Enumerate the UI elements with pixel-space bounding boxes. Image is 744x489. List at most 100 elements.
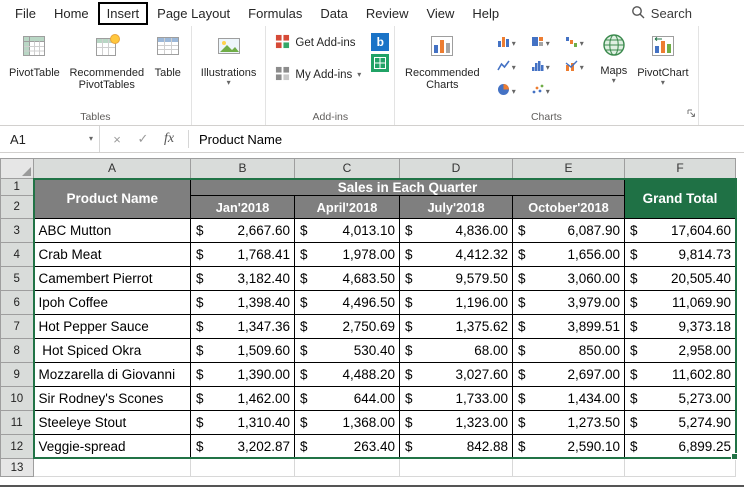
october-value-cell[interactable]: $3,060.00 — [512, 266, 625, 291]
product-name-cell[interactable]: Ipoh Coffee — [33, 290, 191, 315]
column-header-e[interactable]: E — [512, 158, 625, 180]
select-all-corner[interactable] — [0, 158, 34, 179]
column-header-f[interactable]: F — [624, 158, 736, 180]
product-name-cell[interactable]: Hot Pepper Sauce — [33, 314, 191, 339]
product-name-cell[interactable]: Sir Rodney's Scones — [33, 386, 191, 411]
row-header[interactable]: 7 — [0, 314, 35, 339]
april-value-cell[interactable]: $263.40 — [294, 434, 400, 459]
tab-review[interactable]: Review — [357, 2, 418, 25]
column-header-c[interactable]: C — [294, 158, 400, 180]
july-value-cell[interactable]: $1,375.62 — [399, 314, 513, 339]
pivotchart-button[interactable]: PivotChart ▾ — [633, 29, 692, 90]
tab-insert[interactable]: Insert — [97, 1, 149, 25]
october-value-cell[interactable]: $6,087.90 — [512, 218, 625, 243]
empty-cell[interactable] — [33, 458, 191, 477]
tab-view[interactable]: View — [417, 2, 463, 25]
scatter-chart-button[interactable]: ▾ — [524, 81, 556, 102]
row-header[interactable]: 4 — [0, 242, 35, 267]
tab-home[interactable]: Home — [45, 2, 98, 25]
jan-value-cell[interactable]: $1,509.60 — [190, 338, 295, 363]
april-value-cell[interactable]: $1,978.00 — [294, 242, 400, 267]
row-header[interactable]: 13 — [0, 458, 34, 477]
quarter-header-july[interactable]: July'2018 — [399, 195, 513, 219]
empty-cell[interactable] — [190, 458, 295, 477]
enter-button[interactable]: ✓ — [130, 131, 156, 147]
july-value-cell[interactable]: $3,027.60 — [399, 362, 513, 387]
october-value-cell[interactable]: $3,899.51 — [512, 314, 625, 339]
tab-data[interactable]: Data — [311, 2, 356, 25]
july-value-cell[interactable]: $1,196.00 — [399, 290, 513, 315]
line-chart-button[interactable]: ▾ — [490, 57, 522, 78]
grand-total-value-cell[interactable]: $20,505.40 — [624, 266, 736, 291]
column-chart-button[interactable]: ▾ — [490, 33, 522, 54]
grand-total-value-cell[interactable]: $6,899.25 — [624, 434, 736, 459]
tab-help[interactable]: Help — [463, 2, 508, 25]
quarter-header-october[interactable]: October'2018 — [512, 195, 625, 219]
grand-total-value-cell[interactable]: $2,958.00 — [624, 338, 736, 363]
october-value-cell[interactable]: $3,979.00 — [512, 290, 625, 315]
formula-input[interactable]: Product Name — [191, 126, 744, 152]
hierarchy-chart-button[interactable]: ▾ — [524, 33, 556, 54]
statistic-chart-button[interactable]: ▾ — [524, 57, 556, 78]
maps-button[interactable]: Maps ▾ — [596, 29, 631, 88]
row-header[interactable]: 5 — [0, 266, 35, 291]
july-value-cell[interactable]: $4,836.00 — [399, 218, 513, 243]
grand-total-value-cell[interactable]: $5,273.00 — [624, 386, 736, 411]
product-name-cell[interactable]: Crab Meat — [33, 242, 191, 267]
april-value-cell[interactable]: $1,368.00 — [294, 410, 400, 435]
grand-total-header-cell[interactable]: Grand Total — [624, 178, 736, 219]
july-value-cell[interactable]: $9,579.50 — [399, 266, 513, 291]
jan-value-cell[interactable]: $3,182.40 — [190, 266, 295, 291]
grand-total-value-cell[interactable]: $11,069.90 — [624, 290, 736, 315]
search-box[interactable]: Search — [631, 5, 692, 22]
jan-value-cell[interactable]: $2,667.60 — [190, 218, 295, 243]
empty-cell[interactable] — [512, 458, 625, 477]
tab-file[interactable]: File — [6, 2, 45, 25]
april-value-cell[interactable]: $530.40 — [294, 338, 400, 363]
jan-value-cell[interactable]: $1,347.36 — [190, 314, 295, 339]
july-value-cell[interactable]: $842.88 — [399, 434, 513, 459]
jan-value-cell[interactable]: $1,768.41 — [190, 242, 295, 267]
october-value-cell[interactable]: $850.00 — [512, 338, 625, 363]
grand-total-value-cell[interactable]: $11,602.80 — [624, 362, 736, 387]
row-header[interactable]: 2 — [0, 195, 35, 219]
april-value-cell[interactable]: $4,496.50 — [294, 290, 400, 315]
grand-total-value-cell[interactable]: $9,814.73 — [624, 242, 736, 267]
jan-value-cell[interactable]: $1,462.00 — [190, 386, 295, 411]
quarter-header-april[interactable]: April'2018 — [294, 195, 400, 219]
october-value-cell[interactable]: $2,590.10 — [512, 434, 625, 459]
jan-value-cell[interactable]: $1,390.00 — [190, 362, 295, 387]
empty-cell[interactable] — [624, 458, 736, 477]
get-addins-button[interactable]: Get Add-ins — [271, 29, 365, 57]
product-name-cell[interactable]: Veggie-spread — [33, 434, 191, 459]
jan-value-cell[interactable]: $1,398.40 — [190, 290, 295, 315]
row-header[interactable]: 10 — [0, 386, 35, 411]
pie-chart-button[interactable]: ▾ — [490, 81, 522, 102]
illustrations-button[interactable]: Illustrations ▾ — [197, 29, 261, 90]
product-name-cell[interactable]: ABC Mutton — [33, 218, 191, 243]
grand-total-value-cell[interactable]: $9,373.18 — [624, 314, 736, 339]
tab-page-layout[interactable]: Page Layout — [148, 2, 239, 25]
october-value-cell[interactable]: $2,697.00 — [512, 362, 625, 387]
april-value-cell[interactable]: $4,488.20 — [294, 362, 400, 387]
recommended-charts-button[interactable]: Recommended Charts — [400, 29, 484, 95]
insert-function-button[interactable]: fx — [156, 131, 182, 147]
jan-value-cell[interactable]: $1,310.40 — [190, 410, 295, 435]
recommended-pivottables-button[interactable]: Recommended PivotTables — [66, 29, 148, 95]
quarter-header-jan[interactable]: Jan'2018 — [190, 195, 295, 219]
row-header[interactable]: 6 — [0, 290, 35, 315]
grand-total-value-cell[interactable]: $5,274.90 — [624, 410, 736, 435]
row-header[interactable]: 3 — [0, 218, 35, 243]
my-addins-button[interactable]: My Add-ins ▾ — [271, 61, 365, 89]
empty-cell[interactable] — [399, 458, 513, 477]
fill-handle[interactable] — [731, 453, 738, 460]
product-name-header-cell[interactable]: Product Name — [33, 178, 191, 219]
grand-total-value-cell[interactable]: $17,604.60 — [624, 218, 736, 243]
empty-cell[interactable] — [294, 458, 400, 477]
jan-value-cell[interactable]: $3,202.87 — [190, 434, 295, 459]
bing-maps-addin-button[interactable]: b — [371, 33, 390, 51]
april-value-cell[interactable]: $2,750.69 — [294, 314, 400, 339]
sales-title-cell[interactable]: Sales in Each Quarter — [190, 178, 625, 196]
july-value-cell[interactable]: $1,733.00 — [399, 386, 513, 411]
tab-formulas[interactable]: Formulas — [239, 2, 311, 25]
